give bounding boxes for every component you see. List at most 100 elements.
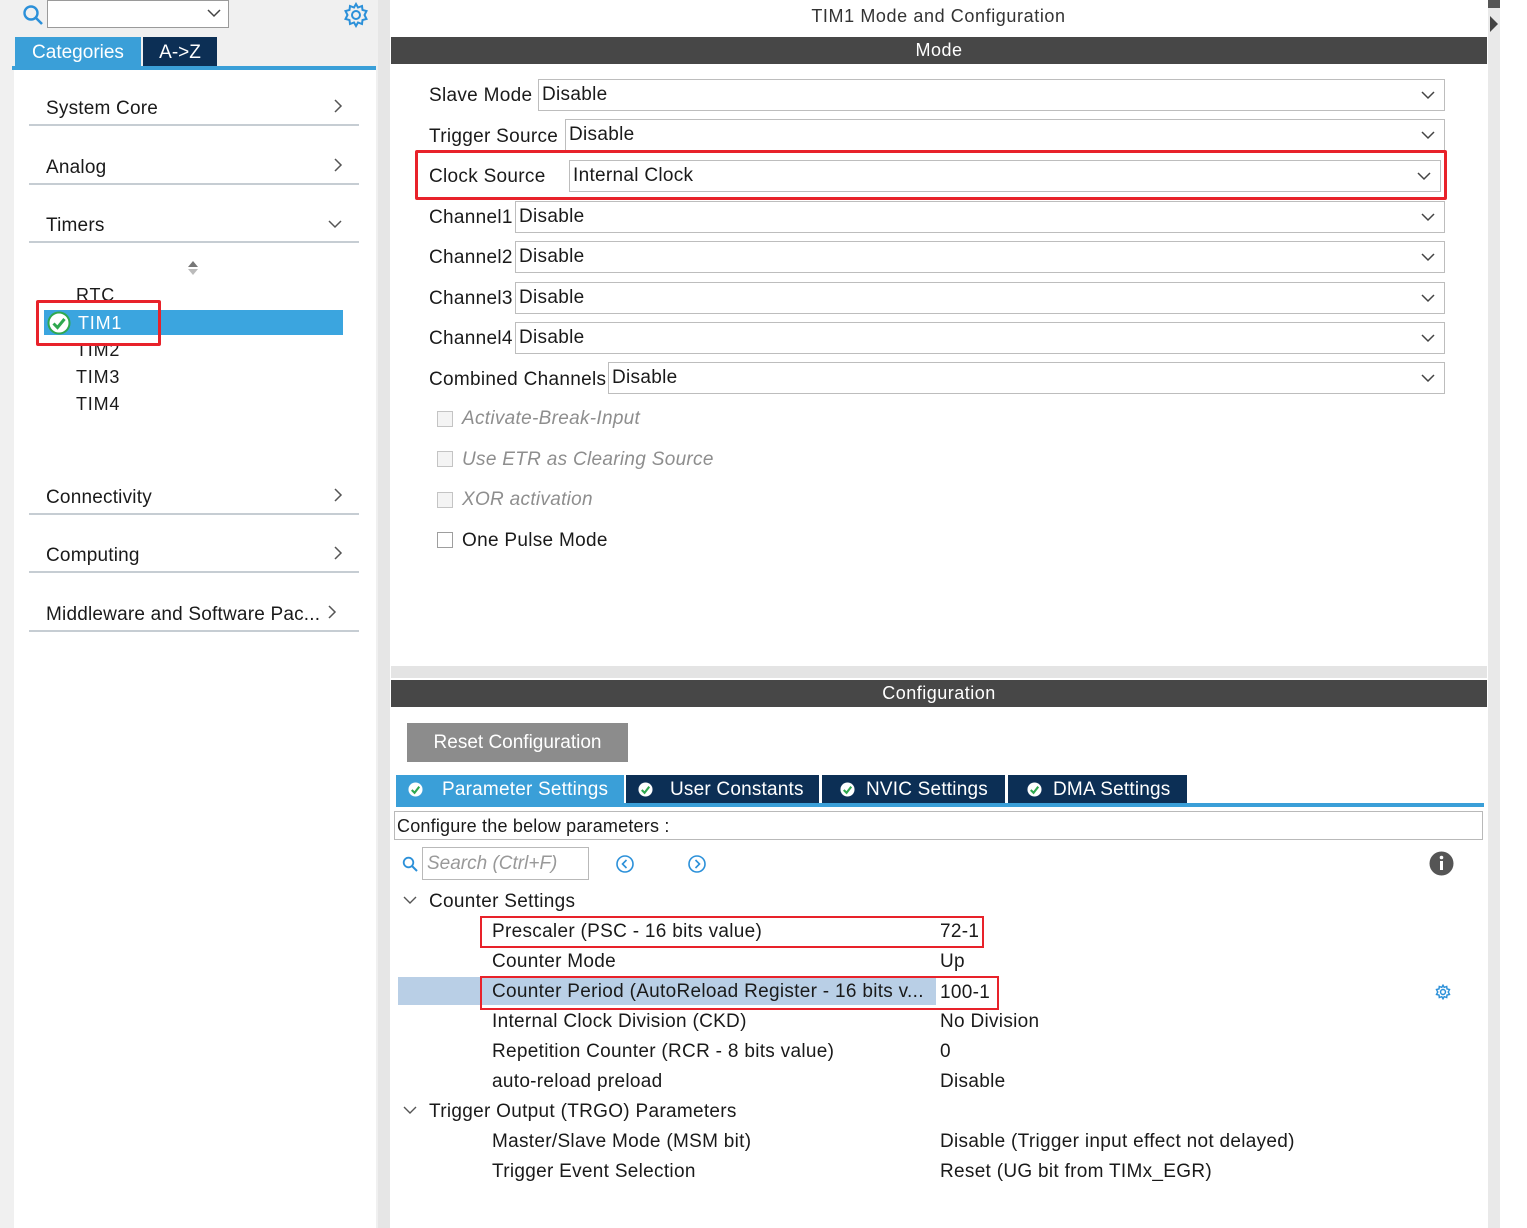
pane-divider[interactable] — [378, 0, 390, 1228]
one-pulse-mode-checkbox[interactable] — [437, 532, 453, 548]
highlight-box-prescaler — [480, 916, 984, 948]
search-icon[interactable] — [22, 4, 44, 26]
next-match-icon[interactable] — [687, 854, 707, 874]
chevron-right-icon — [334, 488, 343, 502]
one-pulse-mode-label: One Pulse Mode — [462, 530, 608, 551]
group-counter-settings[interactable]: Counter Settings — [429, 891, 575, 913]
chevron-right-icon — [334, 99, 343, 113]
slave-mode-select[interactable]: Disable — [538, 79, 1445, 111]
check-circle-icon — [408, 782, 423, 797]
select-value: Disable — [569, 124, 635, 145]
trigger-source-select[interactable]: Disable — [565, 119, 1445, 151]
category-computing[interactable]: Computing — [29, 531, 359, 573]
param-name[interactable]: Counter Mode — [492, 951, 616, 973]
select-value: Disable — [519, 246, 585, 267]
chevron-down-icon — [1421, 334, 1435, 343]
select-value: Disable — [612, 367, 678, 388]
search-icon[interactable] — [402, 856, 418, 872]
combined-channels-label: Combined Channels — [429, 369, 607, 390]
category-label: System Core — [46, 98, 159, 119]
param-name[interactable]: Internal Clock Division (CKD) — [492, 1011, 747, 1033]
slave-mode-label: Slave Mode — [429, 85, 533, 106]
param-name[interactable]: Master/Slave Mode (MSM bit) — [492, 1131, 751, 1153]
param-value[interactable]: 0 — [940, 1041, 951, 1063]
category-label: Computing — [46, 545, 140, 566]
select-value: Disable — [542, 84, 608, 105]
tab-user-constants[interactable]: User Constants — [626, 775, 819, 804]
channel1-label: Channel1 — [429, 207, 513, 228]
category-connectivity[interactable]: Connectivity — [29, 473, 359, 515]
param-value[interactable]: Disable — [940, 1071, 1005, 1093]
reset-configuration-button[interactable]: Reset Configuration — [407, 723, 628, 762]
activate-break-input-checkbox[interactable] — [437, 411, 453, 427]
gear-icon[interactable] — [1435, 984, 1451, 1000]
highlight-box-clock-source — [415, 150, 1447, 200]
highlight-box-tim1 — [36, 300, 161, 346]
channel2-label: Channel2 — [429, 247, 513, 268]
chevron-down-icon — [1421, 131, 1435, 140]
channel4-label: Channel4 — [429, 328, 513, 349]
chevron-down-icon[interactable] — [403, 1105, 417, 1115]
chevron-down-icon — [1421, 91, 1435, 100]
previous-match-icon[interactable] — [615, 854, 635, 874]
scrollbar[interactable] — [1488, 0, 1500, 1228]
check-circle-icon — [638, 782, 653, 797]
select-value: Disable — [519, 327, 585, 348]
param-value[interactable]: Up — [940, 951, 965, 973]
search-combo[interactable] — [47, 0, 229, 28]
category-analog[interactable]: Analog — [29, 143, 359, 185]
check-circle-icon — [1027, 782, 1042, 797]
chevron-right-icon — [334, 546, 343, 560]
timer-item-tim4[interactable]: TIM4 — [76, 394, 120, 415]
info-icon[interactable] — [1429, 851, 1454, 876]
tab-parameter-settings[interactable]: Parameter Settings — [396, 775, 624, 804]
category-label: Middleware and Software Pac... — [46, 604, 321, 625]
gear-icon[interactable] — [343, 2, 369, 28]
category-system-core[interactable]: System Core — [29, 84, 359, 126]
select-value: Disable — [519, 287, 585, 308]
xor-activation-checkbox[interactable] — [437, 492, 453, 508]
chevron-down-icon — [1421, 374, 1435, 383]
category-timers[interactable]: Timers — [29, 201, 359, 243]
chevron-right-icon — [328, 605, 337, 619]
etr-clearing-checkbox[interactable] — [437, 451, 453, 467]
configure-instructions: Configure the below parameters : — [394, 811, 1483, 840]
tab-label: DMA Settings — [1053, 779, 1171, 800]
sort-icon[interactable] — [186, 260, 200, 276]
parameter-search-input[interactable]: Search (Ctrl+F) — [422, 847, 589, 880]
scroll-arrow-icon[interactable] — [1488, 0, 1500, 40]
category-label: Connectivity — [46, 487, 152, 508]
param-name[interactable]: Trigger Event Selection — [492, 1161, 696, 1183]
param-value[interactable]: Reset (UG bit from TIMx_EGR) — [940, 1161, 1212, 1183]
search-placeholder: Search (Ctrl+F) — [427, 853, 558, 874]
chevron-down-icon — [1421, 213, 1435, 222]
combined-channels-select[interactable]: Disable — [608, 362, 1445, 394]
trigger-source-label: Trigger Source — [429, 126, 559, 147]
param-value[interactable]: No Division — [940, 1011, 1039, 1033]
channel4-select[interactable]: Disable — [515, 322, 1445, 354]
timer-item-tim3[interactable]: TIM3 — [76, 367, 120, 388]
param-name[interactable]: auto-reload preload — [492, 1071, 662, 1093]
tab-underline — [396, 803, 1484, 807]
tab-nvic-settings[interactable]: NVIC Settings — [822, 775, 1005, 804]
channel2-select[interactable]: Disable — [515, 241, 1445, 273]
group-trigger-output[interactable]: Trigger Output (TRGO) Parameters — [429, 1101, 737, 1123]
configure-text: Configure the below parameters : — [397, 816, 670, 836]
category-list — [14, 70, 376, 1228]
param-value[interactable]: Disable (Trigger input effect not delaye… — [940, 1131, 1295, 1153]
section-splitter[interactable] — [391, 666, 1487, 678]
channel3-select[interactable]: Disable — [515, 282, 1445, 314]
chevron-down-icon — [328, 220, 342, 229]
tab-underline — [12, 66, 376, 70]
select-value: Disable — [519, 206, 585, 227]
channel1-select[interactable]: Disable — [515, 201, 1445, 233]
tab-dma-settings[interactable]: DMA Settings — [1008, 775, 1187, 804]
tab-a-to-z[interactable]: A->Z — [143, 37, 217, 68]
chevron-down-icon[interactable] — [403, 895, 417, 905]
configuration-header: Configuration — [391, 680, 1487, 707]
category-middleware[interactable]: Middleware and Software Pac... — [29, 590, 359, 632]
param-name[interactable]: Repetition Counter (RCR - 8 bits value) — [492, 1041, 834, 1063]
chevron-right-icon — [334, 158, 343, 172]
tab-categories[interactable]: Categories — [15, 37, 141, 68]
page-title: TIM1 Mode and Configuration — [811, 6, 1066, 26]
